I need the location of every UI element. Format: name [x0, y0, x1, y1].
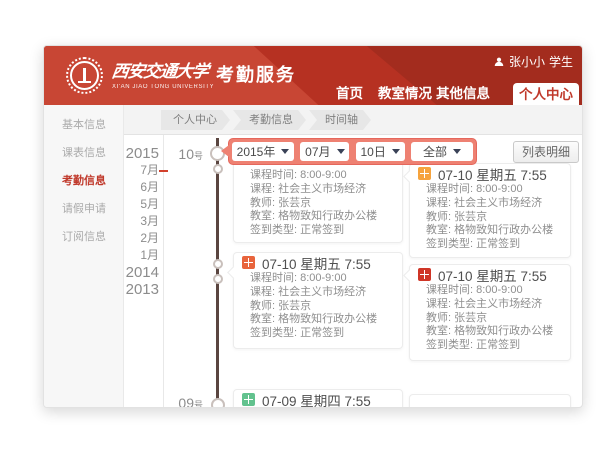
attendance-card: 07-10 星期五 7:55 课程时间: 8:00-9:00 课程: 社会主义市… [409, 163, 571, 258]
card-row-classroom: 教室: 格物致知行政办公楼 [426, 325, 562, 339]
current-month-marker [159, 170, 168, 172]
chevron-down-icon [453, 149, 461, 154]
timeline-day-label-10: 10号 [169, 146, 203, 164]
breadcrumb-bar: 个人中心 考勤信息 时间轴 [124, 105, 582, 135]
card-row-course: 课程: 社会主义市场经济 [250, 183, 394, 197]
sign-in-seal-icon [242, 256, 255, 269]
timeline-node-small-1 [213, 164, 223, 174]
timeline-axis [216, 138, 219, 405]
type-dropdown[interactable]: 全部 [411, 142, 473, 161]
card-row-classroom: 教室: 格物致知行政办公楼 [426, 224, 562, 238]
card-row-teacher: 教师: 张芸京 [426, 312, 562, 326]
nav-item-classrooms[interactable]: 教室情况 [378, 83, 432, 105]
timeline-node-small-2 [213, 259, 223, 269]
timeline-day-label-09: 09号 [169, 395, 203, 408]
nav-tab-personal-center[interactable]: 个人中心 [513, 83, 579, 105]
sign-in-seal-icon [242, 393, 255, 406]
card-row-signin-type: 签到类型: 正常签到 [426, 339, 562, 353]
card-row-course-time: 课程时间: 8:00-9:00 [250, 169, 394, 183]
timeline-month-may[interactable]: 5月 [94, 196, 159, 213]
timeline-month-feb[interactable]: 2月 [94, 230, 159, 247]
card-row-teacher: 教师: 张芸京 [426, 211, 562, 225]
app-header: 西安交通大学 XI'AN JIAO TONG UNIVERSITY 考勤服务 张… [44, 46, 582, 105]
year-dropdown[interactable]: 2015年 [232, 142, 294, 161]
sign-in-seal-icon [418, 167, 431, 180]
chevron-down-icon [337, 149, 345, 154]
university-seal-logo [66, 57, 103, 94]
timeline-month-jun[interactable]: 6月 [94, 179, 159, 196]
person-icon [493, 56, 505, 68]
app-title: 考勤服务 [216, 61, 296, 87]
date-filter-bar: 2015年 07月 10日 全部 [228, 138, 477, 165]
timeline-month-mar[interactable]: 3月 [94, 213, 159, 230]
card-row-classroom: 教室: 格物致知行政办公楼 [250, 313, 394, 327]
timeline-year-2015[interactable]: 2015 [94, 145, 159, 162]
card-title: 07-09 星期四 7:55 [262, 390, 371, 409]
card-title: 07-10 星期五 7:55 [438, 164, 547, 184]
card-row-course-time: 课程时间: 8:00-9:00 [426, 183, 562, 197]
sidebar-item-basic-info[interactable]: 基本信息 [44, 111, 123, 139]
card-row-course: 课程: 社会主义市场经济 [250, 286, 394, 300]
card-row-teacher: 教师: 张芸京 [250, 197, 394, 211]
day-dropdown[interactable]: 10日 [356, 142, 405, 161]
breadcrumb-personal-center[interactable]: 个人中心 [161, 110, 230, 130]
card-row-course-time: 课程时间: 8:00-9:00 [250, 272, 394, 286]
university-name-en: XI'AN JIAO TONG UNIVERSITY [112, 84, 214, 90]
card-title: 07-10 星期五 7:55 [262, 253, 371, 273]
sign-in-seal-icon [418, 268, 431, 281]
timeline-node-small-3 [213, 274, 223, 284]
month-dropdown[interactable]: 07月 [300, 142, 349, 161]
breadcrumb: 个人中心 考勤信息 时间轴 [161, 110, 371, 130]
chevron-down-icon [392, 149, 400, 154]
card-row-signin-type: 签到类型: 正常签到 [250, 224, 394, 238]
app-window: 西安交通大学 XI'AN JIAO TONG UNIVERSITY 考勤服务 张… [43, 45, 583, 408]
university-name-cn: 西安交通大学 [110, 57, 216, 82]
chevron-down-icon [281, 149, 289, 154]
attendance-card: 07-09 星期四 7:55 [233, 389, 403, 408]
timeline-year-rail: 2015 7月 6月 5月 3月 2月 1月 2014 2013 [94, 145, 159, 298]
brand-block: 西安交通大学 XI'AN JIAO TONG UNIVERSITY [112, 57, 214, 90]
list-detail-button[interactable]: 列表明细 [513, 141, 579, 163]
timeline-month-jul[interactable]: 7月 [94, 162, 159, 179]
attendance-card: 07-10 星期五 7:55 课程时间: 8:00-9:00 课程: 社会主义市… [233, 252, 403, 349]
user-info[interactable]: 张小小 学生 [493, 53, 573, 70]
filter-bar-pointer [221, 145, 229, 157]
card-row-signin-type: 签到类型: 正常签到 [250, 327, 394, 341]
timeline-node-day09 [211, 398, 225, 408]
timeline-month-jan[interactable]: 1月 [94, 247, 159, 264]
card-row-course-time: 课程时间: 8:00-9:00 [426, 284, 562, 298]
nav-item-other-info[interactable]: 其他信息 [436, 83, 490, 105]
card-title: 07-10 星期五 7:55 [438, 265, 547, 285]
timeline-year-2014[interactable]: 2014 [94, 264, 159, 281]
card-row-teacher: 教师: 张芸京 [250, 300, 394, 314]
card-row-classroom: 教室: 格物致知行政办公楼 [250, 210, 394, 224]
card-row-signin-type: 签到类型: 正常签到 [426, 238, 562, 252]
attendance-card-clipped [409, 394, 571, 408]
nav-item-home[interactable]: 首页 [336, 83, 363, 105]
card-row-course: 课程: 社会主义市场经济 [426, 197, 562, 211]
attendance-card: 07-10 星期五 7:55 课程时间: 8:00-9:00 课程: 社会主义市… [409, 264, 571, 361]
logo-inner-ring [70, 61, 99, 90]
breadcrumb-attendance-info[interactable]: 考勤信息 [233, 110, 306, 130]
rail-divider [163, 135, 164, 408]
timeline-year-2013[interactable]: 2013 [94, 281, 159, 298]
user-name: 张小小 [509, 53, 545, 70]
card-row-course: 课程: 社会主义市场经济 [426, 298, 562, 312]
user-role: 学生 [549, 53, 573, 70]
breadcrumb-timeline[interactable]: 时间轴 [309, 110, 371, 130]
